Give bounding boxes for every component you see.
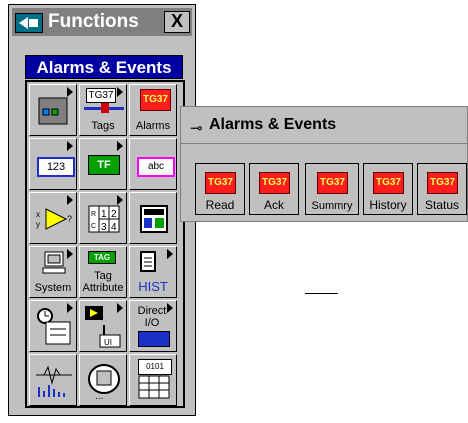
cluster-icon [140,205,168,233]
tile-label: Status [424,198,460,212]
tile-tags[interactable]: TG37 Tags [79,84,127,136]
structure-icon [38,97,68,125]
tile-label: Direct I/O [137,305,167,329]
svg-text:y: y [36,220,40,229]
alarm-tag-icon: TG37 [205,172,236,194]
binary-icon: 0101 [138,359,172,375]
svg-text:3: 3 [101,222,107,233]
alarm-tag-icon: TG37 [259,172,290,194]
tile-cluster[interactable] [129,192,177,244]
alarm-tag-icon: TG37 [140,89,171,111]
submenu-arrow-icon [67,249,73,259]
submenu-arrow-icon [67,141,73,151]
window-title: Functions [48,11,139,32]
vi-glyph: UI [104,338,112,347]
tile-label: Alarms [135,120,171,132]
function-grid: TG37 Tags TG37 Alarms 123 TF abc x y ? 1… [25,80,185,408]
section-header: Alarms & Events [25,55,183,79]
tile-read[interactable]: TG37 Read [195,163,245,215]
svg-text:1: 1 [101,209,107,220]
tile-summry[interactable]: TG37 Summry [305,163,359,215]
tile-comparison[interactable]: xy ? [29,192,77,244]
tile-label: System [34,282,72,294]
svg-text:R: R [91,211,96,218]
alarm-tag-icon: TG37 [427,172,458,194]
tile-time-dialog[interactable] [29,300,77,352]
pin-icon[interactable]: ⊸ [190,119,203,137]
tile-label: Tag Attribute [82,270,124,294]
divider [305,293,338,294]
io-icon [138,331,170,347]
alarm-tag-icon: TG37 [373,172,404,194]
document-icon [140,251,156,272]
vi-server-icon: UI [85,306,121,348]
numeric-icon: 123 [37,157,75,177]
close-button[interactable]: X [164,11,190,33]
tile-select-vi[interactable]: ... [79,354,127,406]
tile-tag-attribute[interactable]: TAG Tag Attribute [79,246,127,298]
svg-text:...: ... [95,391,103,401]
tile-analyze[interactable] [29,354,77,406]
submenu-arrow-icon [117,195,123,205]
submenu-arrow-icon [117,87,123,97]
tile-label: Ack [263,198,284,212]
string-icon: abc [137,157,175,177]
alarm-tag-icon: TG37 [317,172,348,194]
tile-hist[interactable]: HIST [129,246,177,298]
tile-label: Tags [91,120,115,132]
tile-label: History [369,198,407,212]
tile-numeric[interactable]: 123 [29,138,77,190]
svg-text:x: x [36,210,40,219]
submenu-arrow-icon [67,195,73,205]
tile-direct-io[interactable]: Direct I/O [129,300,177,352]
svg-text:C: C [91,223,96,230]
title-bar[interactable]: Functions X [12,8,192,36]
submenu-arrow-icon [117,141,123,151]
tile-string[interactable]: abc [129,138,177,190]
tag-attribute-icon: TAG [88,251,116,264]
tile-boolean[interactable]: TF [79,138,127,190]
tile-alarms[interactable]: TG37 Alarms [129,84,177,136]
tile-status[interactable]: TG37 Status [417,163,467,215]
palette-title: Alarms & Events [209,116,337,133]
select-vi-icon: ... [88,364,120,401]
boolean-icon: TF [88,155,120,175]
tile-ack[interactable]: TG37 Ack [249,163,299,215]
functions-palette-window: Functions X Alarms & Events TG37 Tags TG… [8,4,196,416]
tile-label: Summry [311,200,353,212]
tile-label: Read [205,198,235,212]
tile-label: HIST [138,279,168,294]
submenu-arrow-icon [67,87,73,97]
submenu-arrow-icon [167,249,173,259]
tile-system[interactable]: System [29,246,77,298]
comparison-icon: xy ? [36,208,72,230]
palette-title-bar[interactable]: ⊸ Alarms & Events [181,107,467,144]
array-icon: 12 34 RC [88,205,120,233]
tile-instrument-io[interactable]: 0101 [129,354,177,406]
alarms-events-palette: ⊸ Alarms & Events TG37 Read TG37 Ack TG3… [180,106,468,222]
svg-text:2: 2 [111,209,117,220]
tile-application-control[interactable]: UI [79,300,127,352]
computer-icon [42,251,66,274]
svg-text:?: ? [67,214,72,224]
tag-badge: TG37 [86,88,116,103]
table-icon [138,375,170,399]
svg-text:4: 4 [111,222,117,233]
tile-history[interactable]: TG37 History [363,163,413,215]
palette-icon [15,13,43,33]
tile-0[interactable] [29,84,77,136]
clock-dialog-icon [37,308,71,345]
waveform-icon [36,365,72,397]
tag-wire-icon [84,103,124,113]
tile-array[interactable]: 12 34 RC [79,192,127,244]
